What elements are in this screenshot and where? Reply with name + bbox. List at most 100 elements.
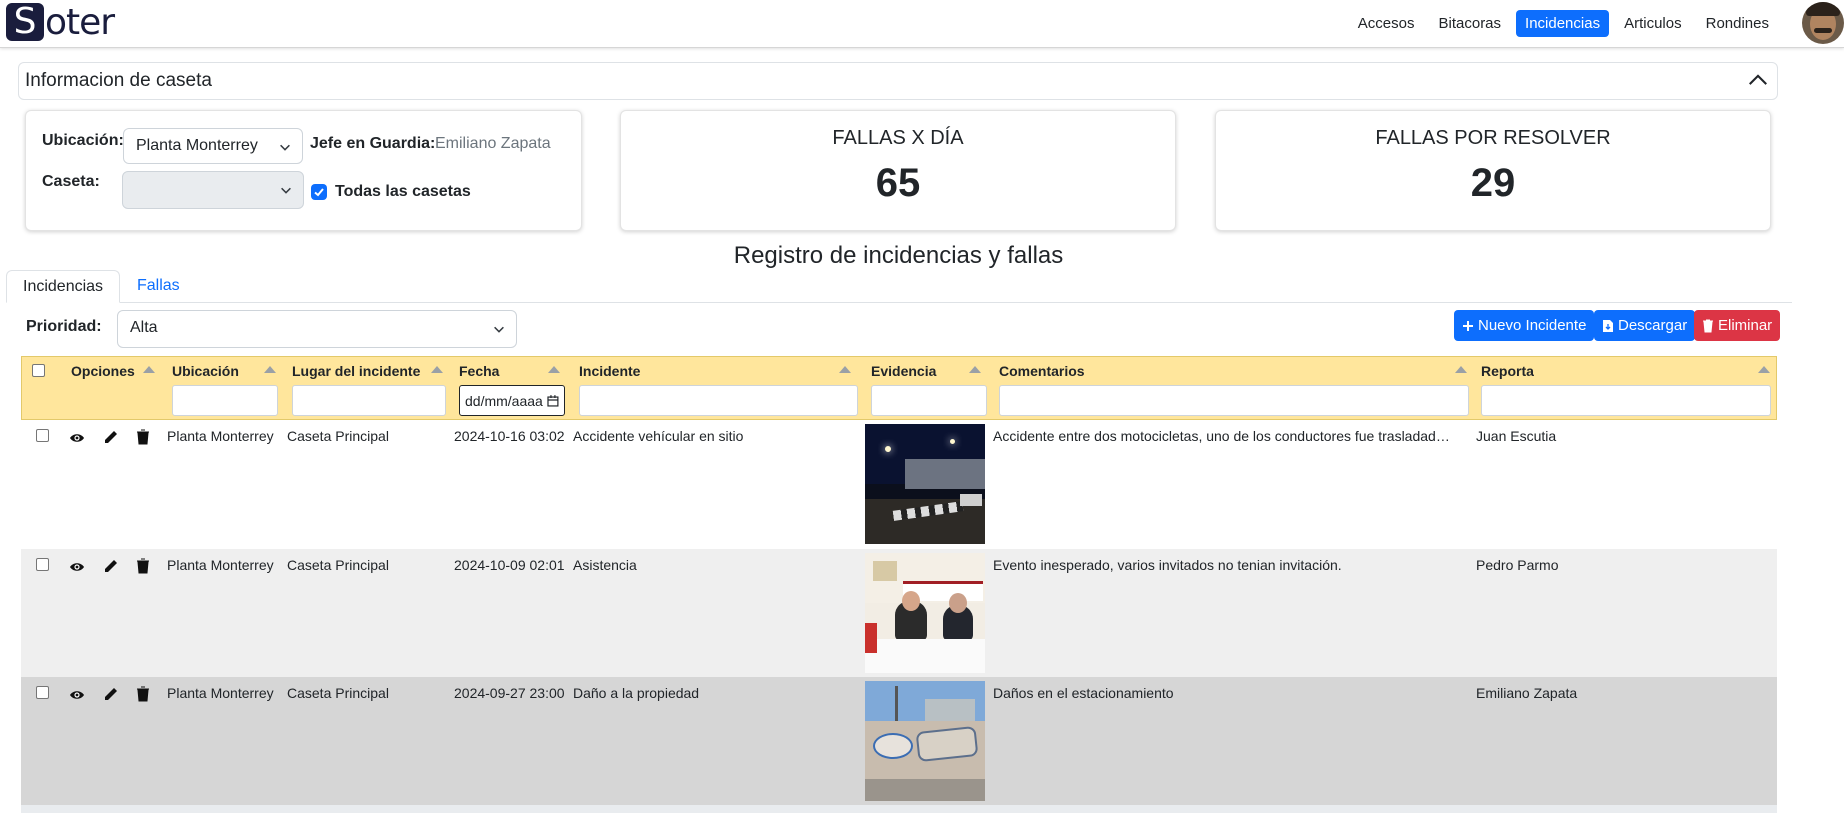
table-row[interactable]: Planta Monterrey Caseta Principal 2024-1… [21, 420, 1777, 548]
calendar-icon[interactable] [547, 394, 559, 407]
ubicacion-label: Ubicación: [42, 132, 124, 149]
col-header-opciones[interactable]: Opciones [71, 363, 135, 379]
todas-casetas-label: Todas las casetas [335, 183, 471, 200]
evidence-thumbnail[interactable] [865, 424, 985, 544]
eye-icon[interactable] [69, 687, 85, 703]
thumb-ground [865, 779, 985, 801]
trash-icon[interactable] [135, 686, 151, 702]
eliminar-label: Eliminar [1718, 317, 1773, 334]
prioridad-select[interactable]: Alta [117, 310, 517, 348]
nav-item-accesos[interactable]: Accesos [1349, 10, 1424, 37]
filter-lugar-input[interactable] [292, 385, 446, 416]
filter-ubicacion-input[interactable] [172, 385, 278, 416]
caseta-select[interactable] [122, 171, 304, 209]
col-header-fecha[interactable]: Fecha [459, 363, 499, 379]
pencil-icon[interactable] [103, 686, 119, 702]
filter-evidencia-input[interactable] [871, 385, 987, 416]
sort-icon[interactable] [431, 366, 443, 373]
nuevo-incidente-button[interactable]: Nuevo Incidente [1454, 310, 1595, 341]
col-header-lugar[interactable]: Lugar del incidente [292, 363, 420, 379]
sort-icon[interactable] [839, 366, 851, 373]
table-row[interactable]: Planta Monterrey Caseta Principal 2024-0… [21, 677, 1777, 805]
col-header-ubicacion[interactable]: Ubicación [172, 363, 239, 379]
file-download-icon [1603, 319, 1613, 332]
col-header-incidente[interactable]: Incidente [579, 363, 640, 379]
jefe-label: Jefe en Guardia: [310, 135, 436, 152]
chevron-up-icon[interactable] [1747, 69, 1769, 91]
trash-icon[interactable] [135, 558, 151, 574]
nav-item-rondines[interactable]: Rondines [1697, 10, 1778, 37]
logo-wordmark: oter [45, 1, 115, 43]
eye-icon[interactable] [69, 559, 85, 575]
thumb-graffiti [873, 733, 913, 759]
todas-casetas-checkbox[interactable] [311, 184, 327, 200]
filter-fecha-input[interactable]: dd/mm/aaaa [459, 385, 565, 416]
thumb-logo [873, 561, 897, 581]
cell-incidente: Accidente vehícular en sitio [573, 428, 744, 444]
nav-item-bitacoras[interactable]: Bitacoras [1430, 10, 1511, 37]
pencil-icon[interactable] [103, 429, 119, 445]
nuevo-incidente-label: Nuevo Incidente [1478, 317, 1587, 334]
filter-incidente-input[interactable] [579, 385, 858, 416]
trash-icon[interactable] [135, 429, 151, 445]
nav-item-articulos[interactable]: Articulos [1615, 10, 1691, 37]
row-checkbox[interactable] [36, 429, 49, 442]
descargar-label: Descargar [1618, 317, 1688, 334]
fallas-resolver-card: FALLAS POR RESOLVER 29 [1215, 110, 1771, 231]
cell-lugar: Caseta Principal [287, 557, 389, 573]
thumb-head-1 [902, 591, 920, 611]
row-checkbox[interactable] [36, 686, 49, 699]
date-placeholder: dd/mm/aaaa [465, 392, 543, 409]
sort-icon[interactable] [1758, 366, 1770, 373]
eliminar-button[interactable]: Eliminar [1694, 310, 1781, 341]
thumb-graffiti [915, 725, 979, 763]
filter-reporta-input[interactable] [1481, 385, 1771, 416]
thumb-head-2 [949, 593, 967, 613]
thumb-street-light [885, 446, 891, 452]
row-checkbox[interactable] [36, 558, 49, 571]
col-header-evidencia[interactable]: Evidencia [871, 363, 936, 379]
cell-reporta: Pedro Parmo [1476, 557, 1559, 573]
caseta-label: Caseta: [42, 173, 100, 190]
nav-item-incidencias[interactable]: Incidencias [1516, 10, 1610, 37]
cell-incidente: Asistencia [573, 557, 637, 573]
eye-icon[interactable] [69, 430, 85, 446]
accordion-title: Informacion de caseta [25, 70, 212, 91]
col-header-comentarios[interactable]: Comentarios [999, 363, 1085, 379]
evidence-thumbnail[interactable] [865, 553, 985, 673]
ubicacion-select-value: Planta Monterrey [136, 137, 258, 154]
tab-fallas[interactable]: Fallas [121, 270, 196, 303]
descargar-button[interactable]: Descargar [1594, 310, 1696, 341]
pencil-icon[interactable] [103, 558, 119, 574]
cell-ubicacion: Planta Monterrey [167, 685, 274, 701]
select-all-checkbox[interactable] [32, 364, 45, 377]
thumb-building [905, 459, 985, 489]
evidence-thumbnail[interactable] [865, 681, 985, 801]
chevron-down-icon [280, 144, 290, 151]
stat-label: FALLAS POR RESOLVER [1375, 127, 1611, 149]
check-icon [314, 188, 324, 197]
thumb-person-3 [865, 623, 877, 653]
sort-icon[interactable] [548, 366, 560, 373]
sort-icon[interactable] [143, 366, 155, 373]
cell-comentarios: Daños en el estacionamiento [993, 685, 1174, 701]
top-navbar: S oter Accesos Bitacoras Incidencias Art… [0, 0, 1844, 48]
location-card: Ubicación: Planta Monterrey Jefe en Guar… [25, 110, 582, 231]
sort-icon[interactable] [1455, 366, 1467, 373]
table-footer [21, 805, 1777, 813]
sort-icon[interactable] [969, 366, 981, 373]
col-header-reporta[interactable]: Reporta [1481, 363, 1534, 379]
filter-comentarios-input[interactable] [999, 385, 1469, 416]
caseta-info-accordion[interactable]: Informacion de caseta [18, 62, 1778, 100]
stat-value: 65 [875, 161, 921, 205]
soter-logo[interactable]: S oter [6, 1, 115, 43]
user-avatar[interactable] [1802, 2, 1844, 44]
ubicacion-select[interactable]: Planta Monterrey [123, 128, 303, 164]
section-title: Registro de incidencias y fallas [733, 242, 1064, 269]
table-row[interactable]: Planta Monterrey Caseta Principal 2024-1… [21, 549, 1777, 677]
chevron-down-icon [281, 187, 291, 194]
tab-incidencias[interactable]: Incidencias [6, 270, 121, 303]
tab-bar: Incidencias Fallas [6, 270, 1792, 303]
sort-icon[interactable] [264, 366, 276, 373]
nav-links: Accesos Bitacoras Incidencias Articulos … [1349, 10, 1778, 37]
